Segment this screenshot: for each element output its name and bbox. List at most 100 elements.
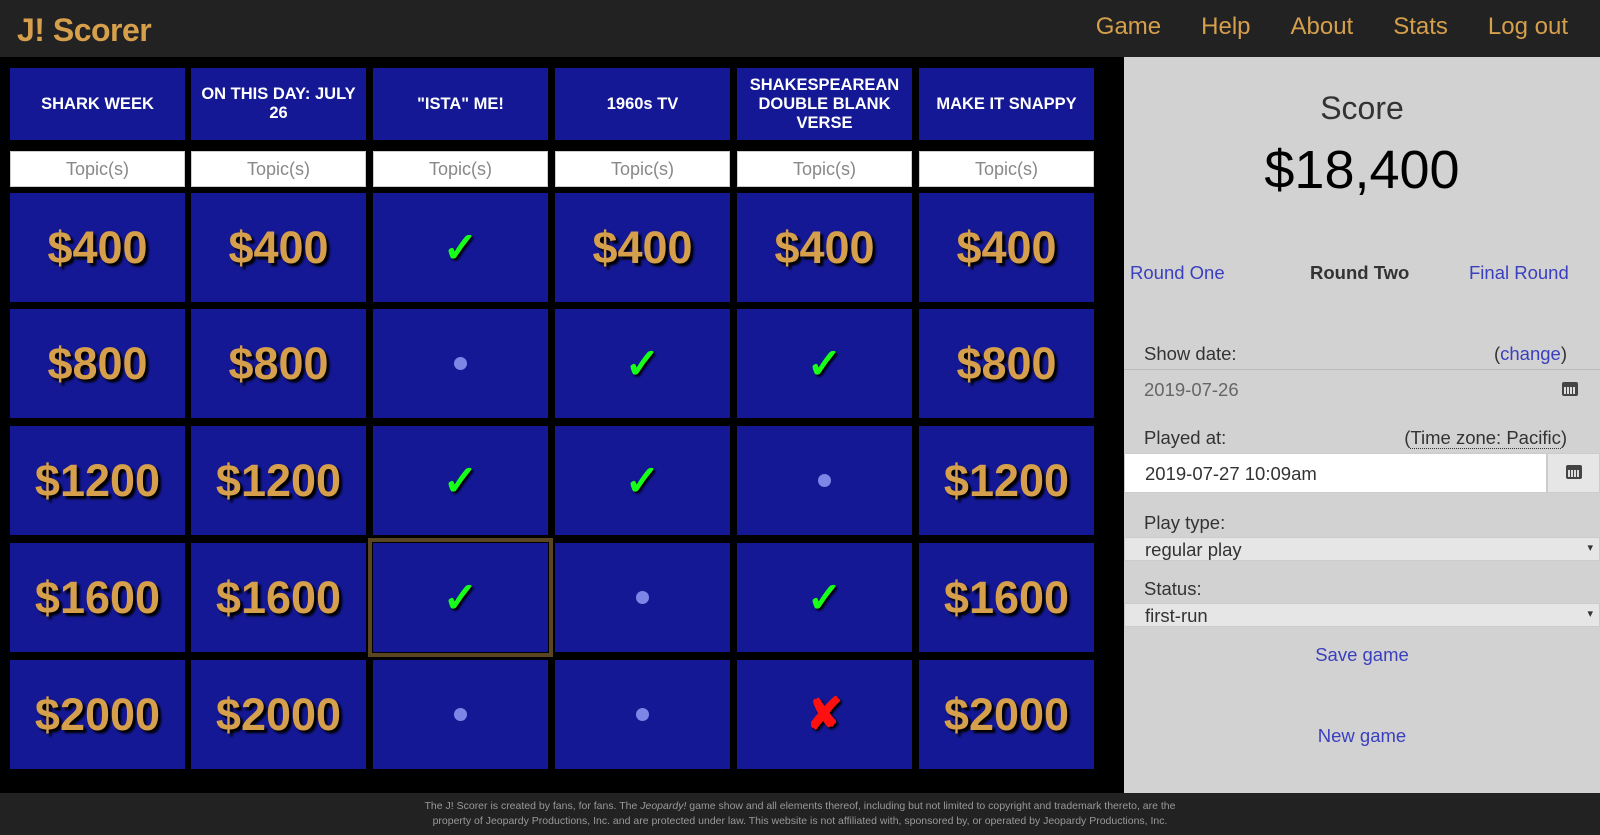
show-date-display: 2019-07-26 xyxy=(1124,369,1600,409)
timezone-paren-close: ) xyxy=(1560,427,1567,448)
nav-link-stats[interactable]: Stats xyxy=(1373,0,1468,57)
footer-text: The J! Scorer is created by fans, for fa… xyxy=(424,800,641,812)
chevron-down-icon: ▾ xyxy=(1587,608,1593,620)
check-icon: ✓ xyxy=(806,574,843,621)
tab-round-one[interactable]: Round One xyxy=(1130,262,1225,284)
navbar: J! Scorer Game Help About Stats Log out xyxy=(0,0,1600,57)
play-type-label: Play type: xyxy=(1144,512,1226,533)
clue-cell-unanswered[interactable] xyxy=(555,543,730,652)
clue-cell-value[interactable]: $400 xyxy=(191,193,366,302)
clue-cell-value[interactable]: $400 xyxy=(10,193,185,302)
footer-disclaimer: The J! Scorer is created by fans, for fa… xyxy=(0,793,1600,835)
game-board: SHARK WEEK Topic(s) ON THIS DAY: JULY 26 To… xyxy=(0,57,1124,793)
nav-link-help[interactable]: Help xyxy=(1181,0,1270,57)
footer-text: game show and all elements thereof, incl… xyxy=(686,800,1176,812)
nav-link-game[interactable]: Game xyxy=(1076,0,1181,57)
check-icon: ✓ xyxy=(624,457,661,504)
clue-cell-value[interactable]: $800 xyxy=(919,309,1094,418)
play-type-value: regular play xyxy=(1145,539,1242,560)
clue-cell-unanswered[interactable] xyxy=(555,660,730,769)
status-value: first-run xyxy=(1145,605,1208,626)
topic-input[interactable]: Topic(s) xyxy=(10,151,185,187)
topic-input[interactable]: Topic(s) xyxy=(191,151,366,187)
clue-cell-value[interactable]: $1200 xyxy=(919,426,1094,535)
played-at-calendar-button[interactable] xyxy=(1547,453,1600,493)
status-select[interactable]: first-run ▾ xyxy=(1124,603,1600,627)
calendar-icon xyxy=(1561,379,1579,402)
nav-link-about[interactable]: About xyxy=(1271,0,1374,57)
footer-line-2: property of Jeopardy Productions, Inc. a… xyxy=(432,815,1168,827)
nav-links: Game Help About Stats Log out xyxy=(1076,0,1600,57)
clue-cell-correct[interactable]: ✓ xyxy=(373,193,548,302)
change-date-link[interactable]: change xyxy=(1500,343,1561,364)
dot-icon xyxy=(454,357,467,370)
clue-cell-value[interactable]: $2000 xyxy=(919,660,1094,769)
clue-cell-value[interactable]: $1200 xyxy=(10,426,185,535)
category-header: ON THIS DAY: JULY 26 xyxy=(191,68,366,140)
save-game-button[interactable]: Save game xyxy=(1124,644,1600,666)
dot-icon xyxy=(454,708,467,721)
clue-cell-value[interactable]: $1600 xyxy=(10,543,185,652)
show-date-value: 2019-07-26 xyxy=(1144,379,1239,400)
topic-input[interactable]: Topic(s) xyxy=(737,151,912,187)
nav-link-logout[interactable]: Log out xyxy=(1468,0,1600,57)
clue-cell-value[interactable]: $800 xyxy=(191,309,366,418)
clue-cell-correct[interactable]: ✓ xyxy=(555,426,730,535)
dot-icon xyxy=(636,591,649,604)
show-date-label: Show date: xyxy=(1144,343,1237,364)
category-header: SHAKESPEAREAN DOUBLE BLANK VERSE xyxy=(737,68,912,140)
play-type-select[interactable]: regular play ▾ xyxy=(1124,537,1600,561)
score-value: $18,400 xyxy=(1264,140,1460,200)
clue-cell-incorrect[interactable]: ✘ xyxy=(737,660,912,769)
clue-cell-value[interactable]: $2000 xyxy=(191,660,366,769)
check-icon: ✓ xyxy=(442,574,479,621)
clue-cell-unanswered[interactable] xyxy=(373,660,548,769)
timezone-group: (Time zone: Pacific) xyxy=(1404,427,1567,449)
category-header: MAKE IT SNAPPY xyxy=(919,68,1094,140)
played-at-value: 2019-07-27 10:09am xyxy=(1145,463,1317,484)
clue-cell-correct[interactable]: ✓ xyxy=(373,426,548,535)
dot-icon xyxy=(636,708,649,721)
clue-cell-value[interactable]: $2000 xyxy=(10,660,185,769)
tab-round-two[interactable]: Round Two xyxy=(1310,262,1409,284)
change-date-group: (change) xyxy=(1494,343,1567,365)
clue-cell-value[interactable]: $400 xyxy=(737,193,912,302)
calendar-icon xyxy=(1565,462,1583,485)
check-icon: ✓ xyxy=(442,457,479,504)
brand-logo[interactable]: J! Scorer xyxy=(17,12,152,49)
topic-input[interactable]: Topic(s) xyxy=(555,151,730,187)
clue-cell-correct[interactable]: ✓ xyxy=(737,543,912,652)
topic-input[interactable]: Topic(s) xyxy=(919,151,1094,187)
footer-line-1: The J! Scorer is created by fans, for fa… xyxy=(0,799,1600,814)
cross-icon: ✘ xyxy=(806,690,843,739)
category-header: 1960s TV xyxy=(555,68,730,140)
played-at-label: Played at: xyxy=(1144,427,1227,448)
clue-cell-value[interactable]: $800 xyxy=(10,309,185,418)
timezone-text: Time zone: Pacific xyxy=(1410,427,1561,449)
clue-cell-correct[interactable]: ✓ xyxy=(368,538,553,657)
status-label: Status: xyxy=(1144,578,1202,599)
check-icon: ✓ xyxy=(624,340,661,387)
topic-input[interactable]: Topic(s) xyxy=(373,151,548,187)
played-at-input[interactable]: 2019-07-27 10:09am xyxy=(1124,453,1547,493)
clue-cell-unanswered[interactable] xyxy=(373,309,548,418)
clue-cell-unanswered[interactable] xyxy=(737,426,912,535)
clue-cell-value[interactable]: $400 xyxy=(555,193,730,302)
clue-cell-correct[interactable]: ✓ xyxy=(555,309,730,418)
clue-cell-value[interactable]: $1600 xyxy=(919,543,1094,652)
check-icon: ✓ xyxy=(806,340,843,387)
score-title: Score xyxy=(1320,90,1404,126)
score-panel: Score $18,400 Round One Round Two Final … xyxy=(1124,57,1600,793)
check-icon: ✓ xyxy=(442,224,479,271)
clue-cell-value[interactable]: $1200 xyxy=(191,426,366,535)
clue-cell-value[interactable]: $1600 xyxy=(191,543,366,652)
clue-cell-value[interactable]: $400 xyxy=(919,193,1094,302)
clue-cell-correct[interactable]: ✓ xyxy=(737,309,912,418)
change-paren-close: ) xyxy=(1560,343,1567,364)
new-game-button[interactable]: New game xyxy=(1124,725,1600,747)
category-header: "ISTA" ME! xyxy=(373,68,548,140)
tab-final-round[interactable]: Final Round xyxy=(1469,262,1569,284)
category-header: SHARK WEEK xyxy=(10,68,185,140)
footer-show-name: Jeopardy! xyxy=(640,800,687,812)
chevron-down-icon: ▾ xyxy=(1587,542,1593,554)
